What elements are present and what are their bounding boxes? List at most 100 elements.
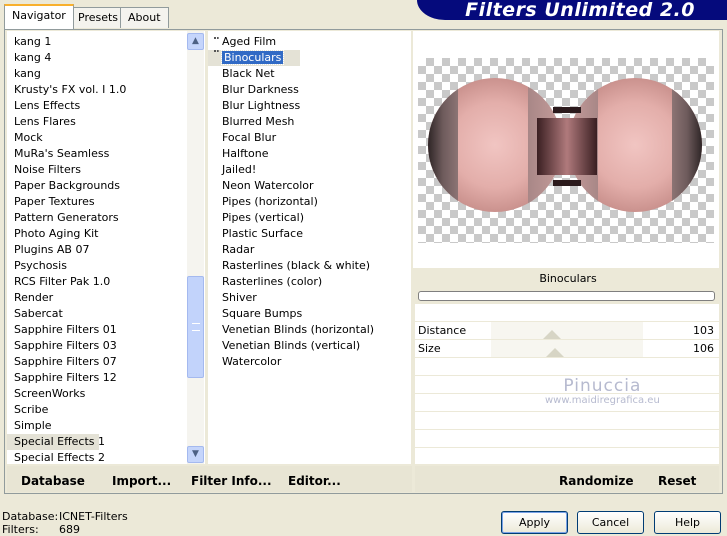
category-item[interactable]: Special Effects 1 — [7, 434, 105, 450]
filter-item[interactable]: Venetian Blinds (horizontal) — [208, 322, 411, 338]
category-item[interactable]: Sapphire Filters 03 — [7, 338, 205, 354]
database-label: Database: — [2, 510, 59, 523]
import-button[interactable]: Import... — [112, 474, 171, 488]
filter-item[interactable]: Blurred Mesh — [208, 114, 411, 130]
scroll-up-button[interactable]: ▲ — [187, 33, 204, 50]
category-scrollbar[interactable]: ▲ ▼ — [187, 31, 204, 464]
category-item[interactable]: kang 1 — [7, 34, 205, 50]
filter-item-label: Black Net — [222, 67, 275, 80]
grip-icon — [192, 323, 200, 331]
param-label: Size — [418, 342, 441, 355]
filter-item[interactable]: Pipes (vertical) — [208, 210, 411, 226]
param-value: 106 — [693, 342, 714, 355]
filter-item-label: Focal Blur — [222, 131, 277, 144]
filter-item[interactable]: Radar — [208, 242, 411, 258]
category-item[interactable]: Special Effects 2 — [7, 450, 205, 464]
category-item[interactable]: MuRa's Seamless — [7, 146, 205, 162]
category-item[interactable]: Scribe — [7, 402, 205, 418]
filter-item-label: Square Bumps — [222, 307, 303, 320]
filter-item[interactable]: Rasterlines (black & white) — [208, 258, 411, 274]
category-item[interactable]: Simple — [7, 418, 205, 434]
category-item[interactable]: Photo Aging Kit — [7, 226, 205, 242]
filter-item-label: Pipes (vertical) — [222, 211, 305, 224]
filter-item[interactable]: Pipes (horizontal) — [208, 194, 411, 210]
slider-knob[interactable] — [543, 330, 561, 339]
filter-item-label: Neon Watercolor — [222, 179, 314, 192]
param-row-empty — [415, 447, 719, 465]
category-item[interactable]: Sabercat — [7, 306, 205, 322]
database-button[interactable]: Database — [21, 474, 85, 488]
filter-item-label: Aged Film — [222, 35, 277, 48]
filter-item[interactable]: Watercolor — [208, 354, 411, 370]
left-toolbar: Database Import... Filter Info... Editor… — [7, 466, 412, 492]
filter-info-button[interactable]: Filter Info... — [191, 474, 272, 488]
category-item[interactable]: Plugins AB 07 — [7, 242, 205, 258]
category-item[interactable]: Render — [7, 290, 205, 306]
filters-label: Filters: — [2, 523, 39, 536]
progress-bar — [418, 291, 715, 301]
filter-item[interactable]: Neon Watercolor — [208, 178, 411, 194]
category-item[interactable]: kang — [7, 66, 205, 82]
category-item[interactable]: kang 4 — [7, 50, 205, 66]
filter-item-label: Rasterlines (color) — [222, 275, 323, 288]
filter-item[interactable]: Binoculars — [208, 50, 300, 66]
preview-image — [418, 58, 714, 243]
filter-item[interactable]: Square Bumps — [208, 306, 411, 322]
filter-item[interactable]: Black Net — [208, 66, 411, 82]
category-item[interactable]: Sapphire Filters 01 — [7, 322, 205, 338]
category-item[interactable]: Noise Filters — [7, 162, 205, 178]
tab-navigator[interactable]: Navigator — [4, 4, 74, 29]
filter-item-label: Pipes (horizontal) — [222, 195, 318, 208]
category-item[interactable]: Krusty's FX vol. I 1.0 — [7, 82, 205, 98]
category-item[interactable]: Lens Effects — [7, 98, 205, 114]
editor-button[interactable]: Editor... — [288, 474, 341, 488]
preview-area — [413, 31, 719, 268]
filters-status: Filters: 689 — [2, 523, 80, 536]
tab-presets[interactable]: Presets — [70, 7, 127, 28]
filter-item-label: Jailed! — [222, 163, 257, 176]
filters-count: 689 — [59, 523, 80, 536]
category-item[interactable]: Paper Backgrounds — [7, 178, 205, 194]
reset-button[interactable]: Reset — [658, 474, 696, 488]
scroll-thumb[interactable] — [187, 276, 204, 378]
filter-name-label: Binoculars — [418, 268, 718, 290]
filter-item[interactable]: Blur Lightness — [208, 98, 411, 114]
category-item[interactable]: ScreenWorks — [7, 386, 205, 402]
help-button[interactable]: Help — [654, 511, 721, 534]
category-list[interactable]: kang 1 kang 4 kang Krusty's FX vol. I 1.0 Le… — [7, 31, 205, 464]
filter-item[interactable]: Plastic Surface — [208, 226, 411, 242]
param-row-distance[interactable]: Distance 103 — [415, 321, 719, 339]
filter-item[interactable]: Blur Darkness — [208, 82, 411, 98]
filter-item[interactable]: Jailed! — [208, 162, 411, 178]
filter-item-label: Rasterlines (black & white) — [222, 259, 371, 272]
category-item[interactable]: RCS Filter Pak 1.0 — [7, 274, 205, 290]
filter-item[interactable]: Rasterlines (color) — [208, 274, 411, 290]
cancel-button[interactable]: Cancel — [577, 511, 644, 534]
category-item[interactable]: Lens Flares — [7, 114, 205, 130]
category-item[interactable]: Sapphire Filters 12 — [7, 370, 205, 386]
randomize-button[interactable]: Randomize — [559, 474, 633, 488]
filter-item-label: Venetian Blinds (horizontal) — [222, 323, 375, 336]
param-slider[interactable] — [491, 340, 643, 357]
scroll-down-button[interactable]: ▼ — [187, 446, 204, 463]
filter-item-label: Blur Darkness — [222, 83, 299, 96]
apply-button[interactable]: Apply — [501, 511, 568, 534]
category-item[interactable]: Paper Textures — [7, 194, 205, 210]
category-item[interactable]: Pattern Generators — [7, 210, 205, 226]
param-slider[interactable] — [491, 322, 643, 339]
filter-item[interactable]: Aged Film — [208, 34, 411, 52]
filter-item[interactable]: Focal Blur — [208, 130, 411, 146]
category-item[interactable]: Psychosis — [7, 258, 205, 274]
database-status: Database: ICNET-Filters — [2, 510, 128, 523]
category-item[interactable]: Mock — [7, 130, 205, 146]
filter-list[interactable]: Aged Film Binoculars Black Net Blur Darknes… — [208, 31, 411, 464]
param-row-size[interactable]: Size 106 — [415, 339, 719, 357]
filter-item[interactable]: Venetian Blinds (vertical) — [208, 338, 411, 354]
slider-knob[interactable] — [546, 348, 564, 357]
bridge-bottom — [553, 180, 581, 186]
tab-about[interactable]: About — [120, 7, 169, 28]
category-item[interactable]: Sapphire Filters 07 — [7, 354, 205, 370]
filter-item-label: Blurred Mesh — [222, 115, 295, 128]
filter-item[interactable]: Halftone — [208, 146, 411, 162]
filter-item[interactable]: Shiver — [208, 290, 411, 306]
